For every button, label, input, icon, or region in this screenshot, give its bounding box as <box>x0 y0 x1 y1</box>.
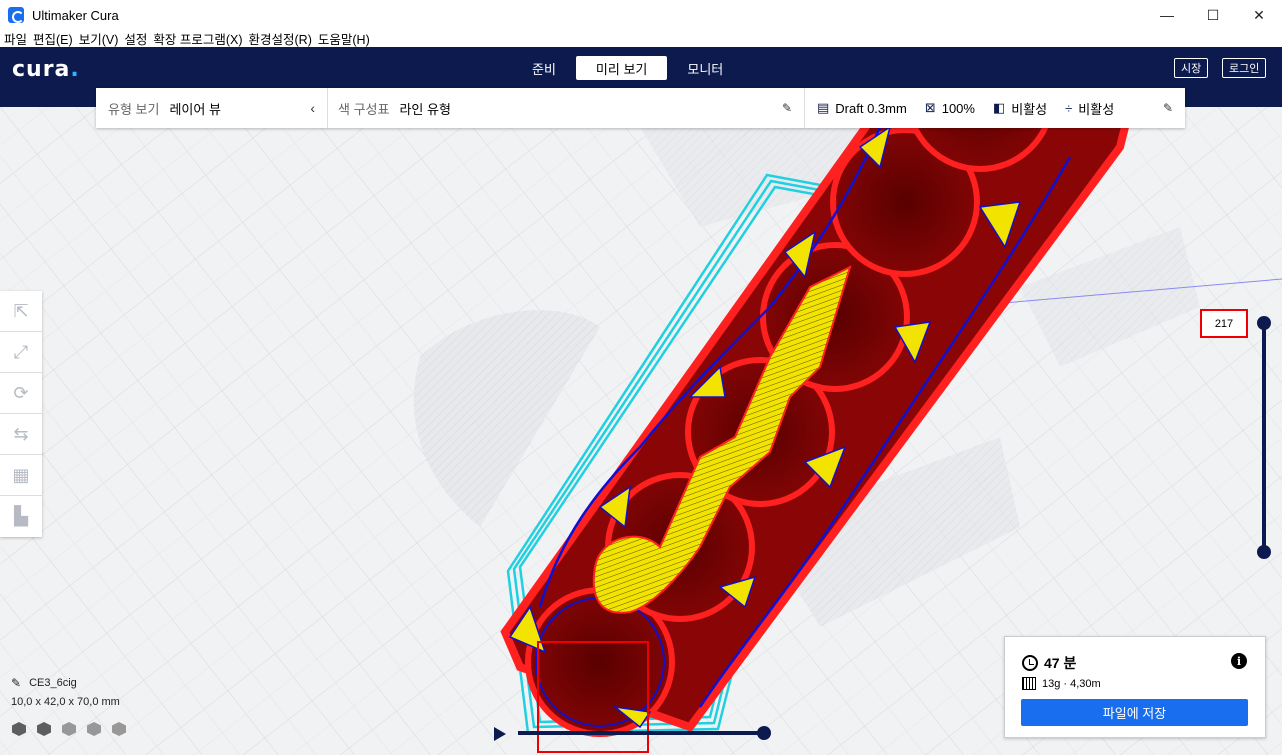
tab-preview[interactable]: 미리 보기 <box>575 56 668 80</box>
path-slider-track[interactable] <box>518 731 766 735</box>
menu-extensions[interactable]: 확장 프로그램(X) <box>153 29 242 48</box>
print-setup-selector[interactable]: ▤ Draft 0.3mm ⊠ 100% ◧ 비활성 ÷ 비활성 ✎ <box>805 88 1185 128</box>
material-usage: 13g · 4,30m <box>1022 677 1101 690</box>
tab-prepare[interactable]: 준비 <box>512 56 576 80</box>
object-dimensions: 10,0 x 42,0 x 70,0 mm <box>11 696 120 708</box>
color-scheme-selector[interactable]: 색 구성표 라인 유형 ✎ <box>328 88 805 128</box>
menu-preferences[interactable]: 환경설정(R) <box>249 29 312 48</box>
color-scheme-label: 색 구성표 <box>338 101 390 117</box>
clock-icon <box>1022 655 1038 671</box>
front-view-icon[interactable] <box>37 722 51 736</box>
print-info-panel: 47 분 i 13g · 4,30m 파일에 저장 <box>1004 636 1266 738</box>
object-name: CE3_6cig <box>29 677 77 689</box>
tab-monitor[interactable]: 모니터 <box>667 56 743 80</box>
pencil-icon: ✎ <box>1162 101 1173 115</box>
menu-file[interactable]: 파일 <box>4 29 27 48</box>
close-button[interactable]: ✕ <box>1236 0 1282 30</box>
right-view-icon[interactable] <box>112 722 126 736</box>
minimize-button[interactable]: — <box>1144 0 1190 30</box>
path-slider-handle[interactable] <box>757 726 771 740</box>
maximize-button[interactable]: ☐ <box>1190 0 1236 30</box>
left-view-icon[interactable] <box>87 722 101 736</box>
view-type-value: 레이어 뷰 <box>169 101 221 117</box>
info-icon[interactable]: i <box>1231 653 1247 669</box>
menu-help[interactable]: 도움말(H) <box>318 29 370 48</box>
profile-item: ▤ Draft 0.3mm <box>817 100 907 116</box>
login-button[interactable]: 로그인 <box>1222 58 1267 78</box>
mirror-tool-icon[interactable]: ⇆ <box>0 414 42 455</box>
per-model-settings-icon[interactable]: ▦ <box>0 455 42 496</box>
profile-icon: ▤ <box>817 100 830 115</box>
title-bar: Ultimaker Cura — ☐ ✕ <box>0 0 1282 30</box>
layer-number-input[interactable]: 217 <box>1200 309 1248 338</box>
object-info: ✎ CE3_6cig 10,0 x 42,0 x 70,0 mm <box>11 676 120 708</box>
menu-edit[interactable]: 편집(E) <box>33 29 73 48</box>
print-time: 47 분 <box>1022 653 1076 673</box>
marketplace-button[interactable]: 시장 <box>1174 58 1209 78</box>
tool-bar: ⇱ ⤢ ⟳ ⇆ ▦ ▙ <box>0 291 42 537</box>
menu-view[interactable]: 보기(V) <box>79 29 119 48</box>
support-blocker-icon[interactable]: ▙ <box>0 496 42 537</box>
rotate-tool-icon[interactable]: ⟳ <box>0 373 42 414</box>
view-type-label: 유형 보기 <box>108 101 160 117</box>
support-icon: ◧ <box>992 100 1006 115</box>
highlight-box <box>537 641 649 753</box>
window-title: Ultimaker Cura <box>32 7 119 23</box>
menu-bar: 파일 편집(E) 보기(V) 설정 확장 프로그램(X) 환경설정(R) 도움말… <box>0 30 1282 47</box>
chevron-left-icon: ‹ <box>310 100 315 116</box>
view-options-panel: 유형 보기 레이어 뷰 ‹ 색 구성표 라인 유형 ✎ ▤ Draft 0.3mm… <box>96 88 1185 128</box>
spool-icon <box>1022 677 1036 690</box>
stage-tabs: 준비 미리 보기 모니터 <box>512 56 743 80</box>
infill-icon: ⊠ <box>924 100 936 115</box>
window-controls: — ☐ ✕ <box>1144 0 1282 30</box>
layer-slider-upper-handle[interactable] <box>1257 316 1271 330</box>
top-view-icon[interactable] <box>62 722 76 736</box>
color-scheme-value: 라인 유형 <box>399 101 451 117</box>
adhesion-item: ÷ 비활성 <box>1065 100 1115 117</box>
play-icon[interactable] <box>494 727 506 741</box>
layer-slider-lower-handle[interactable] <box>1257 545 1271 559</box>
scale-tool-icon[interactable]: ⤢ <box>0 332 42 373</box>
pencil-icon[interactable]: ✎ <box>11 676 21 690</box>
3d-view-icon[interactable] <box>12 722 26 736</box>
pencil-icon: ✎ <box>781 101 792 115</box>
infill-item: ⊠ 100% <box>924 100 975 116</box>
support-item: ◧ 비활성 <box>992 100 1048 117</box>
camera-view-buttons <box>12 722 137 736</box>
cura-logo: cura. <box>12 57 80 82</box>
save-to-file-button[interactable]: 파일에 저장 <box>1021 699 1248 726</box>
move-tool-icon[interactable]: ⇱ <box>0 291 42 332</box>
adhesion-icon: ÷ <box>1065 100 1073 116</box>
layer-slider-track[interactable] <box>1262 322 1266 552</box>
menu-settings[interactable]: 설정 <box>124 29 147 48</box>
cura-app-icon <box>8 7 24 23</box>
view-type-selector[interactable]: 유형 보기 레이어 뷰 ‹ <box>96 88 328 128</box>
